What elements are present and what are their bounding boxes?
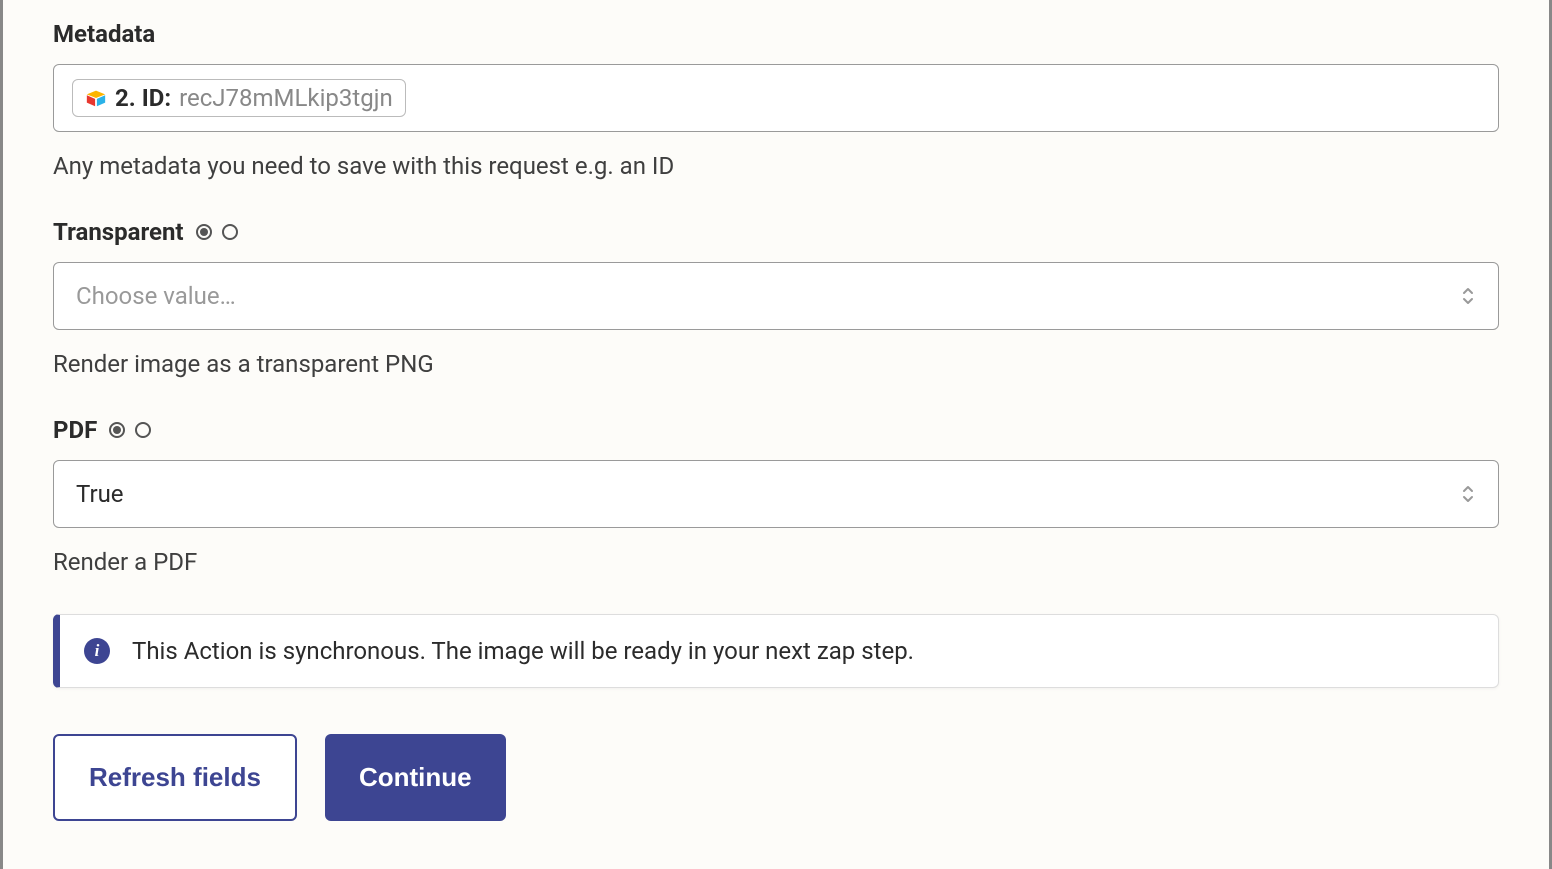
- info-alert: i This Action is synchronous. The image …: [53, 614, 1499, 688]
- metadata-field-group: Metadata 2. ID: recJ78mMLkip3tgjn Any me…: [53, 20, 1499, 180]
- metadata-pill-label: 2. ID:: [115, 84, 171, 112]
- pdf-help: Render a PDF: [53, 548, 1499, 576]
- metadata-label: Metadata: [53, 20, 1499, 48]
- pdf-label: PDF: [53, 416, 97, 444]
- transparent-select-placeholder: Choose value…: [76, 282, 236, 310]
- transparent-radio-group: [196, 224, 238, 240]
- pdf-radio-group: [109, 422, 151, 438]
- transparent-radio-off[interactable]: [222, 224, 238, 240]
- metadata-input[interactable]: 2. ID: recJ78mMLkip3tgjn: [53, 64, 1499, 132]
- continue-button[interactable]: Continue: [325, 734, 506, 821]
- button-row: Refresh fields Continue: [53, 734, 1499, 821]
- airtable-icon: [85, 87, 107, 109]
- pdf-select-value: True: [76, 480, 124, 508]
- transparent-label: Transparent: [53, 218, 184, 246]
- chevron-updown-icon: [1460, 285, 1476, 307]
- chevron-updown-icon: [1460, 483, 1476, 505]
- info-alert-text: This Action is synchronous. The image wi…: [132, 637, 914, 665]
- metadata-mapped-pill[interactable]: 2. ID: recJ78mMLkip3tgjn: [72, 79, 406, 117]
- refresh-fields-button[interactable]: Refresh fields: [53, 734, 297, 821]
- pdf-select[interactable]: True: [53, 460, 1499, 528]
- pdf-radio-off[interactable]: [135, 422, 151, 438]
- pdf-label-row: PDF: [53, 416, 1499, 444]
- pdf-field-group: PDF True Render a PDF: [53, 416, 1499, 576]
- transparent-select[interactable]: Choose value…: [53, 262, 1499, 330]
- form-panel: Metadata 2. ID: recJ78mMLkip3tgjn Any me…: [0, 0, 1552, 869]
- transparent-field-group: Transparent Choose value… Render image a…: [53, 218, 1499, 378]
- transparent-help: Render image as a transparent PNG: [53, 350, 1499, 378]
- pdf-radio-on[interactable]: [109, 422, 125, 438]
- info-icon: i: [84, 638, 110, 664]
- transparent-radio-on[interactable]: [196, 224, 212, 240]
- transparent-label-row: Transparent: [53, 218, 1499, 246]
- metadata-pill-value: recJ78mMLkip3tgjn: [179, 84, 393, 112]
- metadata-help: Any metadata you need to save with this …: [53, 152, 1499, 180]
